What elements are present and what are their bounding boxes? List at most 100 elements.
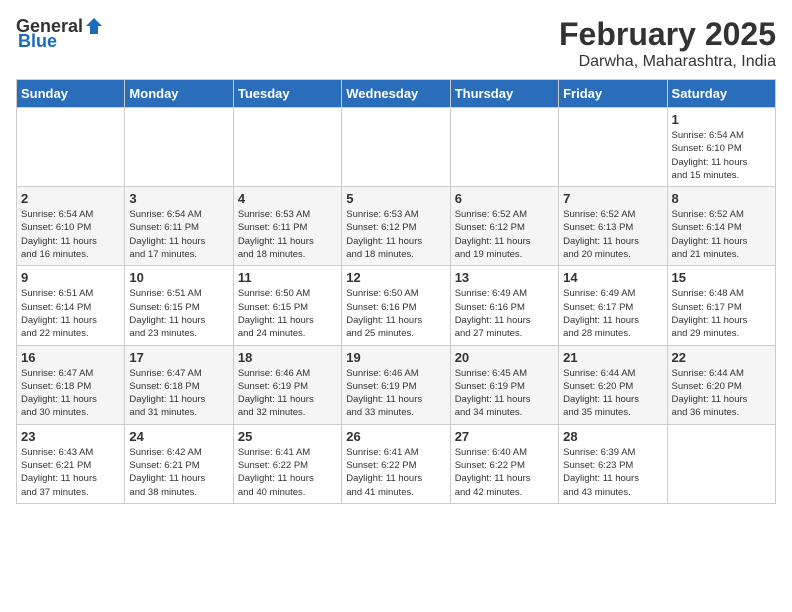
calendar-day-cell: 24 Sunrise: 6:42 AM Sunset: 6:21 PM Dayli… — [125, 424, 233, 503]
day-number: 6 — [455, 191, 554, 206]
day-number: 15 — [672, 270, 771, 285]
day-info: Sunrise: 6:41 AM Sunset: 6:22 PM Dayligh… — [238, 446, 337, 499]
calendar-day-cell — [559, 108, 667, 187]
day-number: 10 — [129, 270, 228, 285]
day-number: 3 — [129, 191, 228, 206]
calendar-day-cell: 28 Sunrise: 6:39 AM Sunset: 6:23 PM Dayli… — [559, 424, 667, 503]
calendar-day-cell — [667, 424, 775, 503]
calendar-day-cell: 7 Sunrise: 6:52 AM Sunset: 6:13 PM Daylig… — [559, 187, 667, 266]
title-area: February 2025 Darwha, Maharashtra, India — [559, 16, 776, 71]
calendar-day-cell — [342, 108, 450, 187]
calendar-day-cell: 16Sunrise: 6:47 AM Sunset: 6:18 PM Dayli… — [17, 345, 125, 424]
day-number: 25 — [238, 429, 337, 444]
calendar-day-cell: 1 Sunrise: 6:54 AM Sunset: 6:10 PM Daylig… — [667, 108, 775, 187]
day-info: Sunrise: 6:53 AM Sunset: 6:12 PM Dayligh… — [346, 208, 445, 261]
day-info: Sunrise: 6:54 AM Sunset: 6:10 PM Dayligh… — [21, 208, 120, 261]
calendar-day-cell: 20 Sunrise: 6:45 AM Sunset: 6:19 PM Dayli… — [450, 345, 558, 424]
calendar-day-cell: 18 Sunrise: 6:46 AM Sunset: 6:19 PM Dayli… — [233, 345, 341, 424]
weekday-header: Thursday — [450, 80, 558, 108]
day-number: 18 — [238, 350, 337, 365]
day-info: Sunrise: 6:46 AM Sunset: 6:19 PM Dayligh… — [238, 367, 337, 420]
day-number: 5 — [346, 191, 445, 206]
day-number: 17 — [129, 350, 228, 365]
calendar-day-cell: 5 Sunrise: 6:53 AM Sunset: 6:12 PM Daylig… — [342, 187, 450, 266]
calendar-day-cell: 8 Sunrise: 6:52 AM Sunset: 6:14 PM Daylig… — [667, 187, 775, 266]
calendar-day-cell — [17, 108, 125, 187]
calendar-day-cell: 27 Sunrise: 6:40 AM Sunset: 6:22 PM Dayli… — [450, 424, 558, 503]
calendar-week-row: 23 Sunrise: 6:43 AM Sunset: 6:21 PM Dayli… — [17, 424, 776, 503]
day-number: 13 — [455, 270, 554, 285]
day-info: Sunrise: 6:47 AM Sunset: 6:18 PM Dayligh… — [129, 367, 228, 420]
calendar-day-cell: 9Sunrise: 6:51 AM Sunset: 6:14 PM Daylig… — [17, 266, 125, 345]
day-info: Sunrise: 6:50 AM Sunset: 6:16 PM Dayligh… — [346, 287, 445, 340]
calendar-day-cell: 6 Sunrise: 6:52 AM Sunset: 6:12 PM Daylig… — [450, 187, 558, 266]
calendar-week-row: 2 Sunrise: 6:54 AM Sunset: 6:10 PM Daylig… — [17, 187, 776, 266]
day-info: Sunrise: 6:52 AM Sunset: 6:14 PM Dayligh… — [672, 208, 771, 261]
day-info: Sunrise: 6:48 AM Sunset: 6:17 PM Dayligh… — [672, 287, 771, 340]
calendar-week-row: 16 Sunrise: 6:47 AM Sunset: 6:18 PM Dayli… — [17, 345, 776, 424]
day-info: Sunrise: 6:49 AM Sunset: 6:17 PM Dayligh… — [563, 287, 662, 340]
day-number: 26 — [346, 429, 445, 444]
calendar-header-row: SundayMondayTuesdayWednesdayThursdayFrid… — [17, 80, 776, 108]
day-info: Sunrise: 6:54 AM Sunset: 6:11 PM Dayligh… — [129, 208, 228, 261]
day-number: 22 — [672, 350, 771, 365]
logo-blue: Blue — [18, 31, 57, 52]
weekday-header: Friday — [559, 80, 667, 108]
day-info: Sunrise: 6:50 AM Sunset: 6:15 PM Dayligh… — [238, 287, 337, 340]
calendar-day-cell: 3 Sunrise: 6:54 AM Sunset: 6:11 PM Daylig… — [125, 187, 233, 266]
day-number: 8 — [672, 191, 771, 206]
weekday-header: Saturday — [667, 80, 775, 108]
day-number: 24 — [129, 429, 228, 444]
day-info: Sunrise: 6:54 AM Sunset: 6:10 PM Dayligh… — [672, 129, 771, 182]
day-number: 27 — [455, 429, 554, 444]
day-number: 1 — [672, 112, 771, 127]
calendar-day-cell: 25 Sunrise: 6:41 AM Sunset: 6:22 PM Dayli… — [233, 424, 341, 503]
calendar-day-cell: 23 Sunrise: 6:43 AM Sunset: 6:21 PM Dayli… — [17, 424, 125, 503]
calendar-day-cell: 17 Sunrise: 6:47 AM Sunset: 6:18 PM Dayli… — [125, 345, 233, 424]
day-number: 23 — [21, 429, 120, 444]
calendar-day-cell: 19 Sunrise: 6:46 AM Sunset: 6:19 PM Dayli… — [342, 345, 450, 424]
calendar-day-cell: 13 Sunrise: 6:49 AM Sunset: 6:16 PM Dayli… — [450, 266, 558, 345]
day-number: 20 — [455, 350, 554, 365]
day-number: 7 — [563, 191, 662, 206]
weekday-header: Wednesday — [342, 80, 450, 108]
day-info: Sunrise: 6:43 AM Sunset: 6:21 PM Dayligh… — [21, 446, 120, 499]
calendar-day-cell: 21 Sunrise: 6:44 AM Sunset: 6:20 PM Dayli… — [559, 345, 667, 424]
calendar-day-cell: 11 Sunrise: 6:50 AM Sunset: 6:15 PM Dayli… — [233, 266, 341, 345]
day-info: Sunrise: 6:46 AM Sunset: 6:19 PM Dayligh… — [346, 367, 445, 420]
location-title: Darwha, Maharashtra, India — [559, 53, 776, 71]
calendar-day-cell: 12Sunrise: 6:50 AM Sunset: 6:16 PM Dayli… — [342, 266, 450, 345]
calendar-day-cell: 14 Sunrise: 6:49 AM Sunset: 6:17 PM Dayli… — [559, 266, 667, 345]
day-number: 16 — [21, 350, 120, 365]
day-info: Sunrise: 6:52 AM Sunset: 6:13 PM Dayligh… — [563, 208, 662, 261]
day-info: Sunrise: 6:49 AM Sunset: 6:16 PM Dayligh… — [455, 287, 554, 340]
logo: General Blue — [16, 16, 104, 52]
day-number: 28 — [563, 429, 662, 444]
calendar-week-row: 1 Sunrise: 6:54 AM Sunset: 6:10 PM Daylig… — [17, 108, 776, 187]
calendar-day-cell — [450, 108, 558, 187]
calendar-week-row: 9Sunrise: 6:51 AM Sunset: 6:14 PM Daylig… — [17, 266, 776, 345]
day-number: 4 — [238, 191, 337, 206]
calendar-table: SundayMondayTuesdayWednesdayThursdayFrid… — [16, 79, 776, 504]
day-info: Sunrise: 6:44 AM Sunset: 6:20 PM Dayligh… — [563, 367, 662, 420]
day-info: Sunrise: 6:39 AM Sunset: 6:23 PM Dayligh… — [563, 446, 662, 499]
day-info: Sunrise: 6:52 AM Sunset: 6:12 PM Dayligh… — [455, 208, 554, 261]
calendar-day-cell: 2 Sunrise: 6:54 AM Sunset: 6:10 PM Daylig… — [17, 187, 125, 266]
day-number: 21 — [563, 350, 662, 365]
day-number: 11 — [238, 270, 337, 285]
calendar-day-cell: 22 Sunrise: 6:44 AM Sunset: 6:20 PM Dayli… — [667, 345, 775, 424]
logo-icon — [84, 16, 104, 36]
day-info: Sunrise: 6:45 AM Sunset: 6:19 PM Dayligh… — [455, 367, 554, 420]
day-info: Sunrise: 6:44 AM Sunset: 6:20 PM Dayligh… — [672, 367, 771, 420]
day-info: Sunrise: 6:40 AM Sunset: 6:22 PM Dayligh… — [455, 446, 554, 499]
day-number: 19 — [346, 350, 445, 365]
day-info: Sunrise: 6:42 AM Sunset: 6:21 PM Dayligh… — [129, 446, 228, 499]
calendar-day-cell: 26 Sunrise: 6:41 AM Sunset: 6:22 PM Dayli… — [342, 424, 450, 503]
calendar-day-cell: 4 Sunrise: 6:53 AM Sunset: 6:11 PM Daylig… — [233, 187, 341, 266]
day-number: 2 — [21, 191, 120, 206]
day-number: 14 — [563, 270, 662, 285]
day-info: Sunrise: 6:53 AM Sunset: 6:11 PM Dayligh… — [238, 208, 337, 261]
calendar-day-cell — [125, 108, 233, 187]
weekday-header: Tuesday — [233, 80, 341, 108]
day-info: Sunrise: 6:41 AM Sunset: 6:22 PM Dayligh… — [346, 446, 445, 499]
